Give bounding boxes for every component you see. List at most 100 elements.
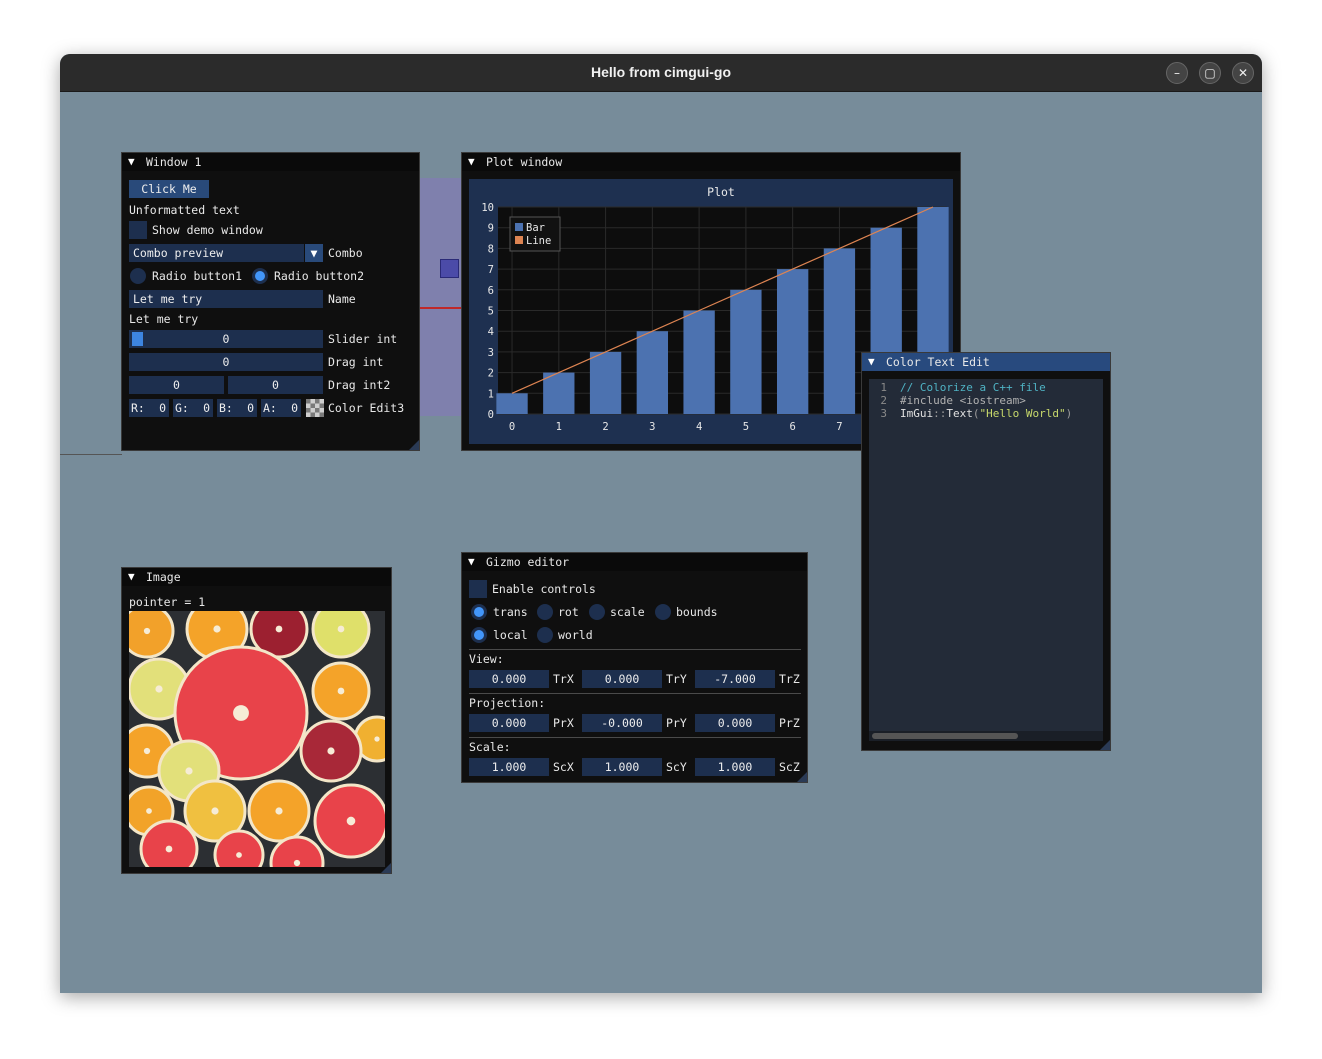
code-token: ( — [972, 407, 980, 420]
bar-3 — [636, 331, 669, 414]
scale-scz-value: 1.000 — [717, 760, 753, 774]
color-text-edit-titlebar[interactable]: ▼ Color Text Edit — [862, 353, 1110, 371]
text-echo: Let me try — [129, 312, 199, 326]
collapse-icon[interactable]: ▼ — [128, 155, 135, 168]
color-a-field[interactable]: A: 0 — [261, 399, 301, 417]
scale-scx-field[interactable]: 1.000 — [469, 758, 549, 776]
proj-prz-field[interactable]: 0.000 — [695, 714, 775, 732]
y-tick-label: 3 — [488, 347, 494, 359]
color-g-field[interactable]: G: 0 — [173, 399, 213, 417]
view-trz-field[interactable]: -7.000 — [695, 670, 775, 688]
gizmo-editor-titlebar[interactable]: ▼ Gizmo editor — [462, 553, 807, 571]
citrus-center — [275, 807, 283, 815]
resize-grip[interactable] — [797, 772, 807, 782]
x-tick-label: 4 — [696, 421, 702, 433]
view-trz-label: TrZ — [779, 672, 800, 686]
scale-scz-field[interactable]: 1.000 — [695, 758, 775, 776]
collapse-icon[interactable]: ▼ — [468, 155, 475, 168]
click-me-button[interactable]: Click Me — [129, 180, 209, 198]
collapse-icon[interactable]: ▼ — [868, 355, 875, 368]
mode-world-radio[interactable] — [537, 627, 553, 643]
line-number: 3 — [880, 407, 887, 420]
citrus-center — [236, 852, 242, 858]
image-window: ▼ Image pointer = 1 — [121, 567, 392, 874]
resize-grip[interactable] — [409, 440, 419, 450]
drag-int[interactable]: 0 — [129, 353, 323, 371]
projection-label: Projection: — [469, 696, 546, 710]
color-a-label: A: — [263, 401, 277, 415]
bar-2 — [589, 351, 622, 414]
citrus-center — [155, 685, 163, 693]
maximize-button[interactable]: ▢ — [1199, 62, 1221, 84]
drag-int2-b[interactable]: 0 — [228, 376, 323, 394]
mode-world-label: world — [558, 628, 593, 642]
x-tick-label: 0 — [509, 421, 515, 433]
code-token: // Colorize a C++ file — [900, 381, 1046, 394]
horizontal-scrollbar[interactable] — [869, 731, 1103, 741]
op-rot-radio[interactable] — [537, 604, 553, 620]
proj-prx-label: PrX — [553, 716, 574, 730]
x-tick-label: 6 — [789, 421, 795, 433]
view-trx-field[interactable]: 0.000 — [469, 670, 549, 688]
window-title: Window 1 — [146, 155, 202, 169]
op-scale-radio[interactable] — [589, 604, 605, 620]
citrus-center — [293, 859, 301, 867]
mode-local-radio[interactable] — [471, 627, 487, 643]
enable-controls-checkbox[interactable] — [469, 580, 487, 598]
drag-int-label: Drag int — [328, 355, 384, 369]
title-bar[interactable]: Hello from cimgui-go – ▢ ✕ — [60, 54, 1262, 92]
y-tick-label: 4 — [488, 326, 494, 338]
window-title: Color Text Edit — [886, 355, 990, 369]
op-bounds-radio[interactable] — [655, 604, 671, 620]
image-window-titlebar[interactable]: ▼ Image — [122, 568, 391, 586]
combo-value: Combo preview — [133, 246, 224, 260]
legend-bar-swatch — [515, 223, 523, 231]
view-trx-value: 0.000 — [491, 672, 527, 686]
color-b-field[interactable]: B: 0 — [217, 399, 257, 417]
combo-arrow-button[interactable]: ▼ — [305, 244, 323, 262]
color-r-label: R: — [131, 401, 145, 415]
slider-grab[interactable] — [132, 332, 143, 346]
op-scale-label: scale — [610, 605, 645, 619]
scale-label: Scale: — [469, 740, 511, 754]
x-tick-label: 1 — [556, 421, 562, 433]
op-trans-radio[interactable] — [471, 604, 487, 620]
scrollbar-thumb[interactable] — [872, 733, 1018, 739]
color-swatch[interactable] — [306, 399, 324, 417]
name-input[interactable]: Let me try — [129, 290, 323, 308]
radio-button-2[interactable] — [252, 268, 268, 284]
color-g-label: G: — [175, 401, 189, 415]
op-rot-label: rot — [558, 605, 579, 619]
color-r-field[interactable]: R: 0 — [129, 399, 169, 417]
resize-grip[interactable] — [1100, 740, 1110, 750]
code-editor[interactable]: 1 // Colorize a C++ file 2 #include <iostre… — [869, 379, 1103, 731]
y-tick-label: 1 — [488, 388, 494, 400]
view-try-field[interactable]: 0.000 — [582, 670, 662, 688]
combo-box[interactable]: Combo preview — [129, 244, 304, 262]
view-label: View: — [469, 652, 504, 666]
minimize-button[interactable]: – — [1166, 62, 1188, 84]
scale-scy-value: 1.000 — [604, 760, 640, 774]
citrus-center — [275, 625, 283, 633]
op-bounds-label: bounds — [676, 605, 718, 619]
view-trx-label: TrX — [553, 672, 574, 686]
window-1-titlebar[interactable]: ▼ Window 1 — [122, 153, 419, 171]
collapse-icon[interactable]: ▼ — [128, 570, 135, 583]
show-demo-checkbox[interactable] — [129, 221, 147, 239]
slider-int[interactable]: 0 — [129, 330, 323, 348]
radio-button-1[interactable] — [130, 268, 146, 284]
proj-pry-field[interactable]: -0.000 — [582, 714, 662, 732]
separator — [469, 693, 801, 694]
scale-scy-field[interactable]: 1.000 — [582, 758, 662, 776]
citrus-center — [213, 625, 221, 633]
y-tick-label: 6 — [488, 285, 494, 297]
drag-int2-a[interactable]: 0 — [129, 376, 224, 394]
plot-window-titlebar[interactable]: ▼ Plot window — [462, 153, 960, 171]
proj-pry-label: PrY — [666, 716, 687, 730]
window-title: Gizmo editor — [486, 555, 570, 569]
resize-grip[interactable] — [381, 863, 391, 873]
close-button[interactable]: ✕ — [1232, 62, 1254, 84]
collapse-icon[interactable]: ▼ — [468, 555, 475, 568]
code-line: 2 #include <iostream> — [869, 394, 1025, 407]
proj-prx-field[interactable]: 0.000 — [469, 714, 549, 732]
